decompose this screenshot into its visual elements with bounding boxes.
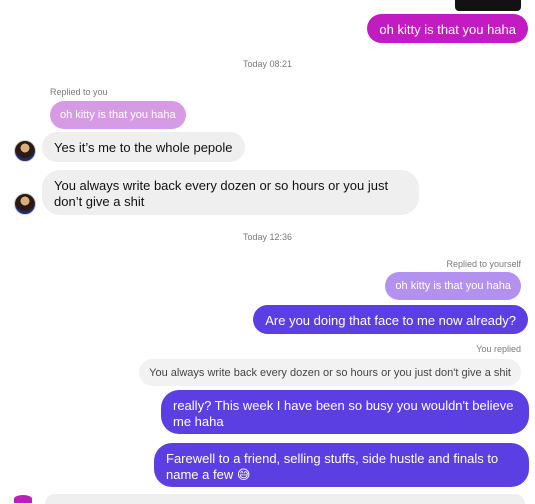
outgoing-message[interactable]: oh kitty is that you haha — [367, 14, 528, 43]
message-text: Are you doing that face to me now alread… — [265, 313, 516, 328]
outgoing-message[interactable]: really? This week I have been so busy yo… — [161, 390, 529, 434]
partial-avatar — [14, 495, 32, 503]
timestamp: Today 12:36 — [242, 232, 293, 242]
shared-media-thumbnail[interactable] — [455, 0, 521, 11]
reply-quote-bubble[interactable]: oh kitty is that you haha — [385, 272, 521, 300]
reply-label: You replied — [476, 344, 521, 354]
incoming-message[interactable]: Yes it’s me to the whole pepole — [42, 132, 245, 162]
outgoing-message[interactable]: Are you doing that face to me now alread… — [253, 305, 528, 334]
partial-message-bubble[interactable] — [45, 494, 525, 504]
reply-quote-bubble[interactable]: oh kitty is that you haha — [50, 101, 186, 129]
message-text: Farewell to a friend, selling stuffs, si… — [166, 451, 499, 482]
message-text: oh kitty is that you haha — [379, 22, 516, 37]
avatar[interactable] — [14, 193, 36, 215]
reply-label: Replied to yourself — [446, 259, 521, 269]
reply-quote-text: You always write back every dozen or so … — [149, 367, 511, 379]
outgoing-message[interactable]: Farewell to a friend, selling stuffs, si… — [154, 443, 529, 487]
avatar[interactable] — [14, 140, 36, 162]
incoming-message[interactable]: You always write back every dozen or so … — [42, 170, 419, 215]
timestamp: Today 08:21 — [242, 59, 293, 69]
message-text: You always write back every dozen or so … — [54, 178, 389, 209]
reply-quote-text: oh kitty is that you haha — [395, 280, 511, 292]
reply-quote-text: oh kitty is that you haha — [60, 109, 176, 121]
reply-quote-bubble[interactable]: You always write back every dozen or so … — [139, 359, 521, 386]
message-text: Yes it’s me to the whole pepole — [54, 140, 233, 155]
message-text: really? This week I have been so busy yo… — [173, 398, 514, 429]
reply-label: Replied to you — [50, 87, 108, 97]
